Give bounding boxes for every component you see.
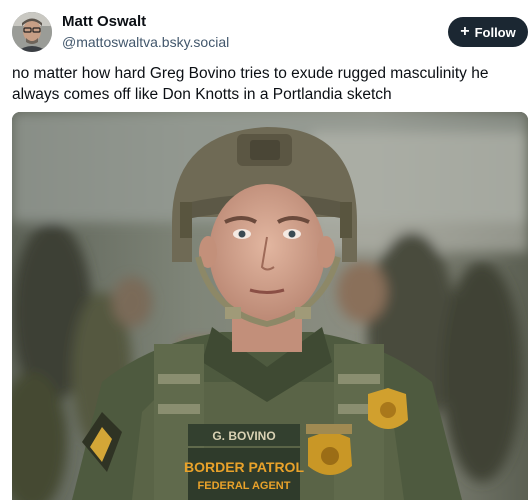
agent-photo: G. BOVINO BORDER PATROL FEDERAL AGENT <box>12 112 528 500</box>
patch-line2: FEDERAL AGENT <box>198 480 291 492</box>
author-name[interactable]: Matt Oswalt <box>62 13 146 30</box>
patch-line1: BORDER PATROL <box>184 459 304 475</box>
avatar-image <box>12 12 52 52</box>
author-avatar[interactable] <box>12 12 52 52</box>
follow-label: Follow <box>474 24 516 40</box>
author-handle[interactable]: @mattoswaltva.bsky.social <box>62 34 229 50</box>
post-card: Matt Oswalt @mattoswaltva.bsky.social + … <box>0 0 532 500</box>
plus-icon: + <box>460 22 470 40</box>
post-text-line: always comes off like Don Knotts in a Po… <box>12 86 392 103</box>
follow-button[interactable]: + Follow <box>448 17 528 47</box>
name-tape: G. BOVINO <box>212 429 275 443</box>
post-image[interactable]: G. BOVINO BORDER PATROL FEDERAL AGENT <box>12 112 528 500</box>
post-text: no matter how hard Greg Bovino tries to … <box>12 63 520 105</box>
post-text-line: no matter how hard Greg Bovino tries to … <box>12 65 489 82</box>
